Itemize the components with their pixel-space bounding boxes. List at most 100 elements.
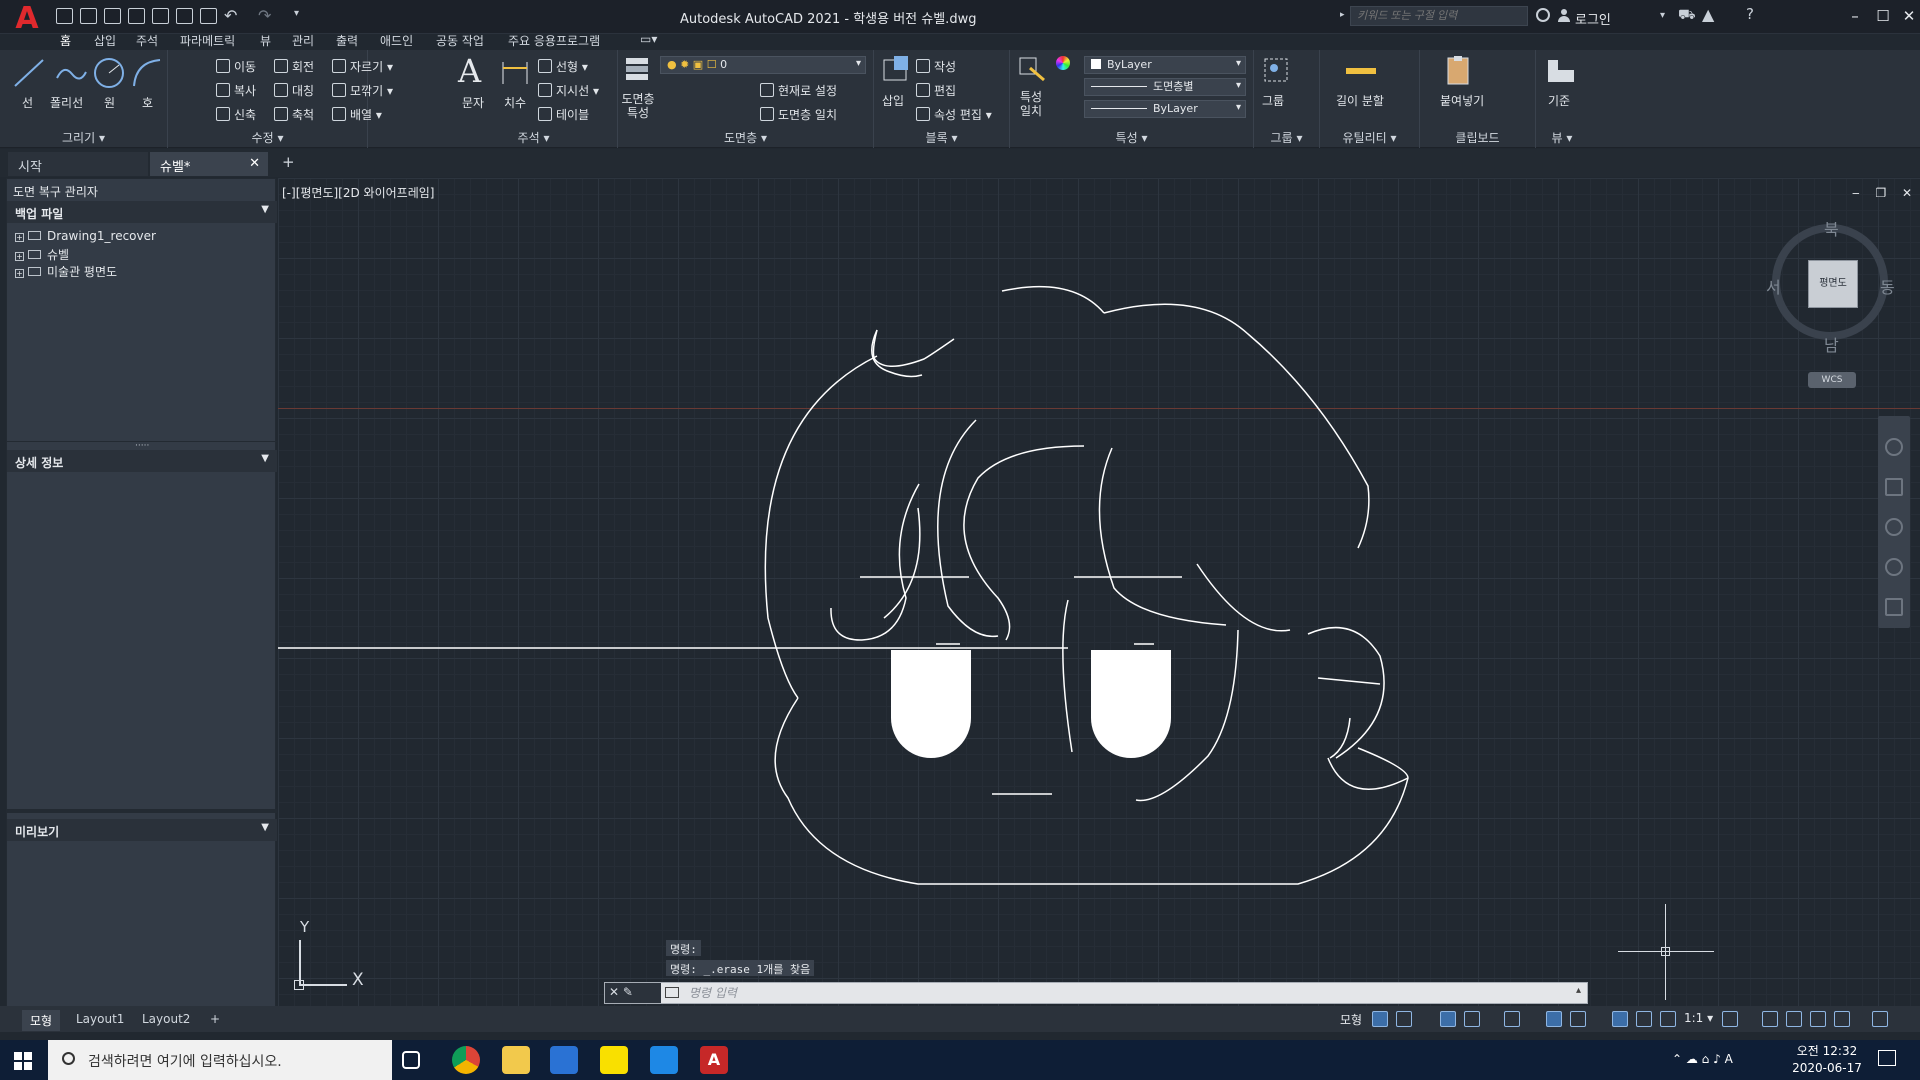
- groups-panel-title[interactable]: 그룹 ▾: [1254, 129, 1319, 146]
- match-properties-icon[interactable]: [1016, 54, 1046, 84]
- leader-button[interactable]: 지시선 ▾: [538, 82, 599, 99]
- expand-icon[interactable]: +: [15, 252, 24, 261]
- object-snap-icon[interactable]: [1570, 1011, 1586, 1027]
- drawing-geometry[interactable]: [278, 178, 1920, 1006]
- tab-parametric[interactable]: 파라메트릭: [180, 32, 235, 49]
- open-file-icon[interactable]: [80, 8, 97, 24]
- annotation-scale-value[interactable]: 1:1 ▾: [1684, 1011, 1713, 1025]
- tab-view[interactable]: 뷰: [260, 32, 271, 49]
- tab-layout2[interactable]: Layout2: [134, 1010, 198, 1028]
- kakaotalk-icon[interactable]: [600, 1046, 628, 1074]
- search-icon[interactable]: [1536, 8, 1550, 22]
- tab-home[interactable]: 홈: [60, 32, 71, 49]
- object-snap-tracking-icon[interactable]: [1546, 1011, 1562, 1027]
- layer-match-button[interactable]: 도면층 일치: [760, 106, 837, 123]
- close-tab-icon[interactable]: ✕: [249, 156, 260, 171]
- keyword-search-input[interactable]: [1350, 6, 1528, 26]
- layer-properties-icon[interactable]: [622, 54, 654, 86]
- pan-icon[interactable]: [1885, 478, 1903, 496]
- tab-collaborate[interactable]: 공동 작업: [436, 32, 484, 49]
- base-view-label[interactable]: 기준: [1548, 92, 1570, 109]
- new-tab-button[interactable]: +: [282, 153, 295, 171]
- measure-icon[interactable]: [1346, 68, 1376, 74]
- taskbar-search-box[interactable]: 검색하려면 여기에 입력하십시오.: [48, 1040, 392, 1080]
- web-open-icon[interactable]: [152, 8, 169, 24]
- tab-addins[interactable]: 애드인: [380, 32, 413, 49]
- preview-header[interactable]: 미리보기 ▼: [7, 819, 277, 841]
- application-menu-button[interactable]: A: [10, 2, 44, 36]
- properties-panel-title[interactable]: 특성 ▾: [1010, 129, 1253, 146]
- text-label[interactable]: 문자: [462, 94, 484, 111]
- autocad-taskbar-icon[interactable]: A: [700, 1046, 728, 1074]
- copy-button[interactable]: 복사: [216, 82, 256, 99]
- customization-menu-icon[interactable]: [1872, 1011, 1888, 1027]
- zoom-icon[interactable]: [1885, 518, 1903, 536]
- viewport-controls-label[interactable]: [-][평면도][2D 와이어프레임]: [282, 184, 434, 201]
- autodesk-a360-icon[interactable]: ▲: [1702, 5, 1714, 24]
- group-label[interactable]: 그룹: [1262, 92, 1284, 109]
- isometric-icon[interactable]: [1504, 1011, 1520, 1027]
- tab-annotate[interactable]: 주석: [136, 32, 158, 49]
- clipboard-panel-title[interactable]: 클립보드: [1420, 129, 1535, 146]
- layer-properties-label[interactable]: 도면층 특성: [618, 92, 658, 120]
- linetype-combo[interactable]: 도면층별: [1084, 78, 1246, 96]
- compass-south[interactable]: 남: [1824, 332, 1839, 356]
- circle-icon[interactable]: [92, 56, 126, 90]
- web-save-icon[interactable]: [176, 8, 193, 24]
- chrome-icon[interactable]: [452, 1046, 480, 1074]
- color-combo[interactable]: ByLayer: [1084, 56, 1246, 74]
- annotation-scale-icon[interactable]: [1660, 1011, 1676, 1027]
- compass-north[interactable]: 북: [1824, 216, 1839, 240]
- hardware-acceleration-icon[interactable]: [1810, 1011, 1826, 1027]
- clean-screen-icon[interactable]: [1834, 1011, 1850, 1027]
- isolate-objects-icon[interactable]: [1786, 1011, 1802, 1027]
- tab-start[interactable]: 시작: [8, 152, 148, 176]
- splitter[interactable]: [7, 809, 277, 813]
- edit-block-button[interactable]: 편집: [916, 82, 956, 99]
- insert-block-label[interactable]: 삽입: [882, 92, 904, 109]
- file-explorer-icon[interactable]: [502, 1046, 530, 1074]
- grid-icon[interactable]: [1372, 1011, 1388, 1027]
- tab-current-drawing[interactable]: 슈벨* ✕: [150, 152, 268, 176]
- orbit-icon[interactable]: [1885, 558, 1903, 576]
- backup-file-item[interactable]: + Drawing1_recover: [15, 229, 156, 243]
- drawing-canvas[interactable]: [278, 178, 1920, 1006]
- redo-icon[interactable]: ↷: [258, 6, 271, 25]
- compass-west[interactable]: 서: [1766, 274, 1781, 298]
- customize-qat-icon[interactable]: ▾: [294, 8, 299, 19]
- linear-dim-button[interactable]: 선형 ▾: [538, 58, 588, 75]
- line-label[interactable]: 선: [22, 94, 33, 111]
- wcs-menu-button[interactable]: WCS: [1808, 372, 1856, 388]
- draw-panel-title[interactable]: 그리기 ▾: [0, 129, 167, 146]
- compass-east[interactable]: 동: [1880, 274, 1895, 298]
- undo-icon[interactable]: ↶: [224, 6, 237, 25]
- annotation-visibility-icon[interactable]: [1612, 1011, 1628, 1027]
- search-expand-icon[interactable]: ▸: [1340, 10, 1345, 20]
- command-line-controls[interactable]: ✕ ✎: [605, 983, 661, 1003]
- ucs-origin-icon[interactable]: [294, 980, 304, 990]
- minimize-button[interactable]: –: [1840, 2, 1870, 30]
- make-current-button[interactable]: 현재로 설정: [760, 82, 837, 99]
- viewcube-top-face[interactable]: 평면도: [1808, 260, 1858, 308]
- notification-center-icon[interactable]: [1878, 1050, 1896, 1066]
- group-icon[interactable]: [1262, 56, 1290, 84]
- command-history-toggle-icon[interactable]: ▴: [1576, 985, 1581, 996]
- fillet-button[interactable]: 모깎기 ▾: [332, 82, 393, 99]
- polar-tracking-icon[interactable]: [1464, 1011, 1480, 1027]
- arc-icon[interactable]: [130, 56, 164, 90]
- create-block-button[interactable]: 작성: [916, 58, 956, 75]
- command-prompt-icon[interactable]: [665, 987, 679, 998]
- rotate-button[interactable]: 회전: [274, 58, 314, 75]
- view-panel-title[interactable]: 뷰 ▾: [1536, 129, 1588, 146]
- array-button[interactable]: 배열 ▾: [332, 106, 382, 123]
- tab-model[interactable]: 모형: [22, 1010, 61, 1031]
- match-properties-label[interactable]: 특성 일치: [1016, 90, 1046, 118]
- block-panel-title[interactable]: 블록 ▾: [874, 129, 1009, 146]
- annotation-panel-title[interactable]: 주석 ▾: [450, 129, 617, 146]
- snap-icon[interactable]: [1396, 1011, 1412, 1027]
- save-as-icon[interactable]: [128, 8, 145, 24]
- layer-combo[interactable]: ● ✹ ▣ ☐ 0: [660, 56, 866, 74]
- line-icon[interactable]: [12, 56, 46, 90]
- paste-label[interactable]: 붙여넣기: [1440, 92, 1484, 109]
- dimension-label[interactable]: 치수: [504, 94, 526, 111]
